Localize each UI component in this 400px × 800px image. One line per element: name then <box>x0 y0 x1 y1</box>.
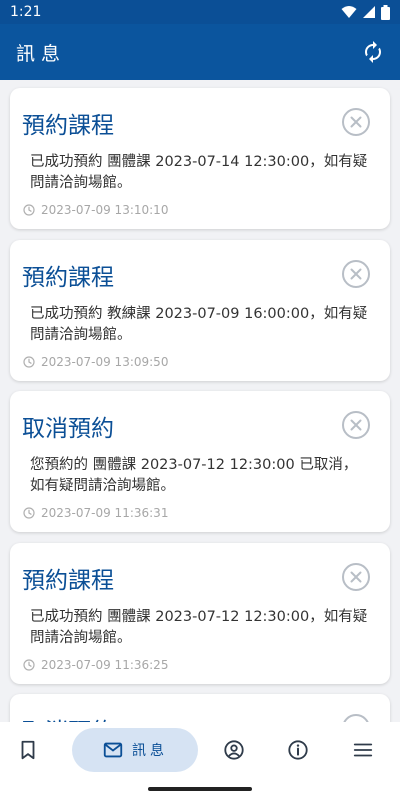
info-icon <box>288 740 308 760</box>
account-circle-icon <box>224 740 244 760</box>
message-body: 已成功預約 團體課 2023-07-14 12:30:00，如有疑問請洽詢場館。 <box>30 154 368 191</box>
home-indicator[interactable] <box>148 787 252 791</box>
message-time-text: 2023-07-09 13:09:50 <box>41 355 169 369</box>
bottom-nav: 訊息 <box>0 722 400 778</box>
clock-icon <box>23 356 35 368</box>
dismiss-button[interactable] <box>341 562 371 592</box>
status-bar: 1:21 <box>0 0 400 24</box>
message-card[interactable]: 取消預約 您預約的 團體課 2023-07-12 12:30:00 已取消，如有… <box>10 391 390 532</box>
message-timestamp: 2023-07-09 13:10:10 <box>23 203 168 217</box>
nav-messages-label: 訊息 <box>132 743 168 759</box>
nav-bookmarks[interactable] <box>12 728 44 772</box>
message-time-text: 2023-07-09 11:36:25 <box>41 658 169 672</box>
signal-icon <box>363 6 375 18</box>
clock-icon <box>23 204 35 216</box>
close-circle-icon <box>343 714 369 722</box>
nav-account[interactable] <box>218 728 250 772</box>
bookmark-icon <box>21 740 35 760</box>
dismiss-button[interactable] <box>341 107 371 137</box>
nav-messages[interactable]: 訊息 <box>72 728 198 772</box>
message-list[interactable]: 預約課程 已成功預約 團體課 2023-07-14 12:30:00，如有疑問請… <box>0 80 400 722</box>
dismiss-button[interactable] <box>341 259 371 289</box>
message-title: 預約課程 <box>22 568 114 594</box>
message-title: 取消預約 <box>22 712 114 722</box>
nav-info[interactable] <box>282 728 314 772</box>
message-title: 取消預約 <box>22 416 114 442</box>
battery-icon <box>381 4 390 20</box>
wifi-icon <box>341 6 357 18</box>
message-timestamp: 2023-07-09 11:36:31 <box>23 506 168 520</box>
message-title: 預約課程 <box>22 113 114 139</box>
message-card[interactable]: 預約課程 已成功預約 教練課 2023-07-09 16:00:00，如有疑問請… <box>10 240 390 381</box>
dismiss-button[interactable] <box>341 410 371 440</box>
status-icons <box>341 4 390 20</box>
app-bar: 訊息 <box>0 24 400 80</box>
gesture-bar <box>0 778 400 800</box>
message-body: 已成功預約 團體課 2023-07-12 12:30:00，如有疑問請洽詢場館。 <box>30 609 368 646</box>
close-circle-icon <box>342 563 370 591</box>
message-card[interactable]: 取消預約 <box>10 694 390 722</box>
clock-icon <box>23 507 35 519</box>
message-title: 預約課程 <box>22 265 114 291</box>
page-title: 訊息 <box>16 42 67 65</box>
mail-icon <box>103 742 123 758</box>
message-timestamp: 2023-07-09 13:09:50 <box>23 355 168 369</box>
close-circle-icon <box>342 260 370 288</box>
message-card[interactable]: 預約課程 已成功預約 團體課 2023-07-12 12:30:00，如有疑問請… <box>10 543 390 684</box>
clock-icon <box>23 659 35 671</box>
message-time-text: 2023-07-09 13:10:10 <box>41 203 169 217</box>
dismiss-button[interactable] <box>341 713 371 722</box>
refresh-icon <box>365 41 381 63</box>
message-body: 已成功預約 教練課 2023-07-09 16:00:00，如有疑問請洽詢場館。 <box>30 306 368 343</box>
close-circle-icon <box>342 411 370 439</box>
close-circle-icon <box>342 108 370 136</box>
status-time: 1:21 <box>10 4 42 20</box>
message-time-text: 2023-07-09 11:36:31 <box>41 506 169 520</box>
message-card[interactable]: 預約課程 已成功預約 團體課 2023-07-14 12:30:00，如有疑問請… <box>10 88 390 229</box>
message-timestamp: 2023-07-09 11:36:25 <box>23 658 168 672</box>
menu-icon <box>353 743 373 757</box>
refresh-button[interactable] <box>358 37 388 67</box>
message-body: 您預約的 團體課 2023-07-12 12:30:00 已取消，如有疑問請洽詢… <box>30 457 358 494</box>
nav-menu[interactable] <box>347 728 379 772</box>
